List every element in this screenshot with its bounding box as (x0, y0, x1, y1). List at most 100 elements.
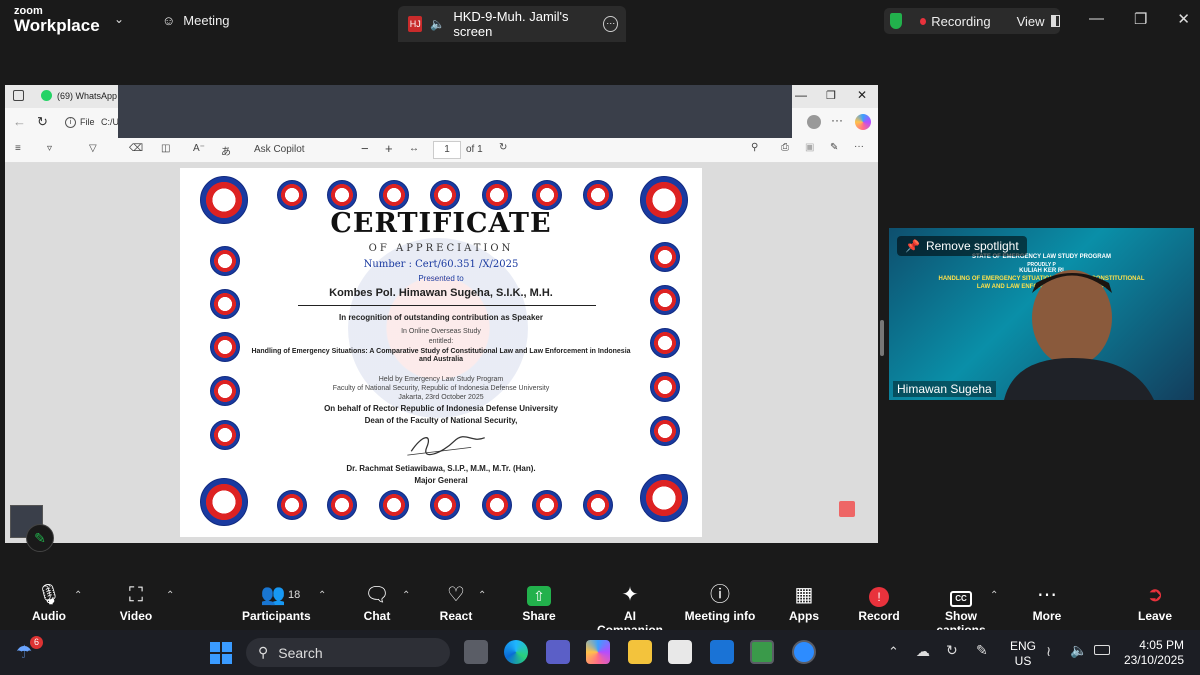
browser-close-icon[interactable]: ✕ (857, 88, 867, 102)
pdf-search-icon[interactable]: ⚲ (751, 142, 758, 153)
browser-more-icon[interactable]: ··· (831, 113, 843, 127)
read-aloud-icon[interactable]: A⁻ (193, 143, 205, 154)
zoom-in-icon[interactable]: + (385, 141, 393, 156)
zoom-app-icon[interactable] (792, 640, 816, 664)
recording-label: Recording (931, 13, 991, 29)
back-icon[interactable]: ← (13, 114, 26, 129)
participants-options-caret-icon[interactable]: ⌃ (318, 590, 326, 601)
onedrive-icon[interactable]: ☁ (916, 643, 930, 660)
university-seal (532, 490, 562, 520)
print-icon[interactable]: ⎙ (781, 142, 789, 153)
captions-options-caret-icon[interactable]: ⌃ (990, 590, 998, 601)
apps-label: Apps (789, 609, 819, 623)
security-shield-icon[interactable] (890, 13, 903, 29)
rotate-icon[interactable]: ↻ (499, 142, 507, 153)
annotate-pen-icon[interactable]: ✎ (26, 524, 54, 552)
leave-button[interactable]: ➲ Leave (1138, 583, 1172, 623)
show-hidden-icons[interactable]: ⌃ (888, 644, 899, 660)
chat-button[interactable]: 🗨 Chat (360, 583, 394, 623)
chat-options-caret-icon[interactable]: ⌃ (402, 590, 410, 601)
file-explorer-icon[interactable] (628, 640, 652, 664)
profile-icon[interactable] (807, 115, 821, 129)
fit-page-icon[interactable]: ↔ (409, 143, 419, 154)
pdf-viewer-app-icon[interactable] (750, 640, 774, 664)
pen-input-icon[interactable]: ✎ (976, 642, 988, 659)
pdf-more-icon[interactable]: ··· (854, 141, 864, 152)
share-button[interactable]: ⇧ Share (522, 583, 556, 623)
eraser-icon[interactable]: ⌫ (129, 143, 143, 154)
outlook-icon[interactable] (710, 640, 734, 664)
remove-spotlight-button[interactable]: 📌 Remove spotlight (897, 236, 1027, 256)
page-number-input[interactable]: 1 (433, 141, 461, 159)
contents-icon[interactable]: ≡ (15, 143, 21, 154)
participant-video (1004, 270, 1154, 400)
organizer-text: Held by Emergency Law Study Program (378, 376, 504, 383)
ai-companion-button[interactable]: ✦ AI Companion (590, 583, 670, 637)
view-button[interactable]: View (1017, 14, 1045, 29)
zoom-title-bar: zoom Workplace ⌄ ☺ Meeting HJ 🔈 HKD-9-Mu… (0, 0, 1200, 42)
ask-copilot-button[interactable]: Ask Copilot (254, 144, 305, 155)
address-url[interactable]: C:/U (101, 117, 119, 127)
wifi-icon[interactable]: ≀ (1046, 643, 1051, 660)
save-icon[interactable]: ▣ (805, 142, 814, 153)
shared-screen-view: (69) WhatsApp — ❐ ✕ ← ↻ i File C:/U ··· … (5, 85, 878, 543)
teams-icon[interactable] (546, 640, 570, 664)
react-options-caret-icon[interactable]: ⌃ (478, 590, 486, 601)
chevron-down-icon[interactable]: ⌄ (114, 12, 124, 26)
speaker-icon: 🔈 (430, 17, 446, 31)
video-button[interactable]: ⛶ Video (116, 583, 156, 623)
video-options-caret-icon[interactable]: ⌃ (166, 590, 174, 601)
meeting-icon: ☺ (162, 13, 176, 28)
leave-door-icon: ➲ (1146, 584, 1164, 606)
spotlight-video-tile[interactable]: STATE OF EMERGENCY LAW STUDY PROGRAM PRO… (889, 228, 1194, 400)
store-icon[interactable] (668, 640, 692, 664)
browser-minimize-icon[interactable]: — (795, 88, 807, 102)
copilot-app-icon[interactable] (586, 640, 610, 664)
record-button[interactable]: ! Record (858, 583, 900, 623)
sync-icon[interactable]: ↻ (946, 642, 958, 659)
copilot-icon[interactable] (855, 114, 871, 130)
participant-name: Himawan Sugeha (893, 381, 996, 397)
system-clock[interactable]: 4:05 PM 23/10/2025 (1124, 638, 1184, 668)
more-button[interactable]: ⋯ More (1030, 583, 1064, 623)
minimize-icon[interactable]: — (1089, 10, 1104, 28)
more-options-icon[interactable]: ··· (603, 16, 619, 32)
battery-icon[interactable] (1094, 645, 1110, 655)
behalf-text: On behalf of Rector Republic of Indonesi… (324, 404, 558, 413)
meeting-menu-button[interactable]: ☺ Meeting (162, 13, 230, 28)
certificate-page: CERTIFICATE OF APPRECIATION Number : Cer… (180, 168, 702, 537)
audio-options-caret-icon[interactable]: ⌃ (74, 590, 82, 601)
browser-tab-title[interactable]: (69) WhatsApp (57, 91, 117, 101)
refresh-icon[interactable]: ↻ (37, 114, 48, 130)
react-button[interactable]: ♡ React (438, 583, 474, 623)
participants-count: 18 (288, 589, 301, 601)
meeting-info-button[interactable]: ⓘ Meeting info (684, 583, 756, 623)
start-button[interactable] (210, 642, 232, 664)
apps-button[interactable]: ▦ Apps (788, 583, 820, 623)
tile-resize-handle[interactable] (880, 320, 884, 356)
zoom-out-icon[interactable]: − (361, 141, 369, 156)
shared-screen-tab[interactable]: HJ 🔈 HKD-9-Muh. Jamil's screen ··· (398, 6, 626, 42)
sidebar-toggle-icon[interactable] (13, 90, 24, 101)
draw-icon[interactable]: ▽ (89, 143, 97, 154)
event-topic-text: Handling of Emergency Situations: A Comp… (251, 348, 631, 364)
translate-icon[interactable]: あ (221, 143, 231, 158)
view-layout-icon[interactable] (1050, 15, 1060, 27)
audio-button[interactable]: 🎙 Audio (30, 583, 68, 623)
highlight-icon[interactable]: ▿ (47, 143, 52, 154)
save-as-icon[interactable]: ✎ (830, 142, 838, 153)
taskbar-search-box[interactable]: ⚲ Search (246, 638, 450, 667)
input-language-indicator[interactable]: ENG US (1010, 639, 1036, 669)
edge-icon[interactable] (504, 640, 528, 664)
browser-restore-icon[interactable]: ❐ (826, 89, 836, 102)
search-placeholder: Search (278, 644, 323, 661)
share-screen-icon: ⇧ (522, 583, 556, 609)
restore-icon[interactable]: ❐ (1134, 10, 1147, 28)
close-icon[interactable]: ✕ (1177, 10, 1190, 28)
view-icon[interactable]: ◫ (161, 143, 170, 154)
show-captions-button[interactable]: CC Show captions (922, 583, 1000, 637)
volume-icon[interactable]: 🔈 (1070, 642, 1087, 659)
certificate-subtitle: OF APPRECIATION (368, 243, 514, 254)
weather-widget[interactable]: ☂ 6 (16, 636, 43, 664)
task-view-icon[interactable] (464, 640, 488, 664)
